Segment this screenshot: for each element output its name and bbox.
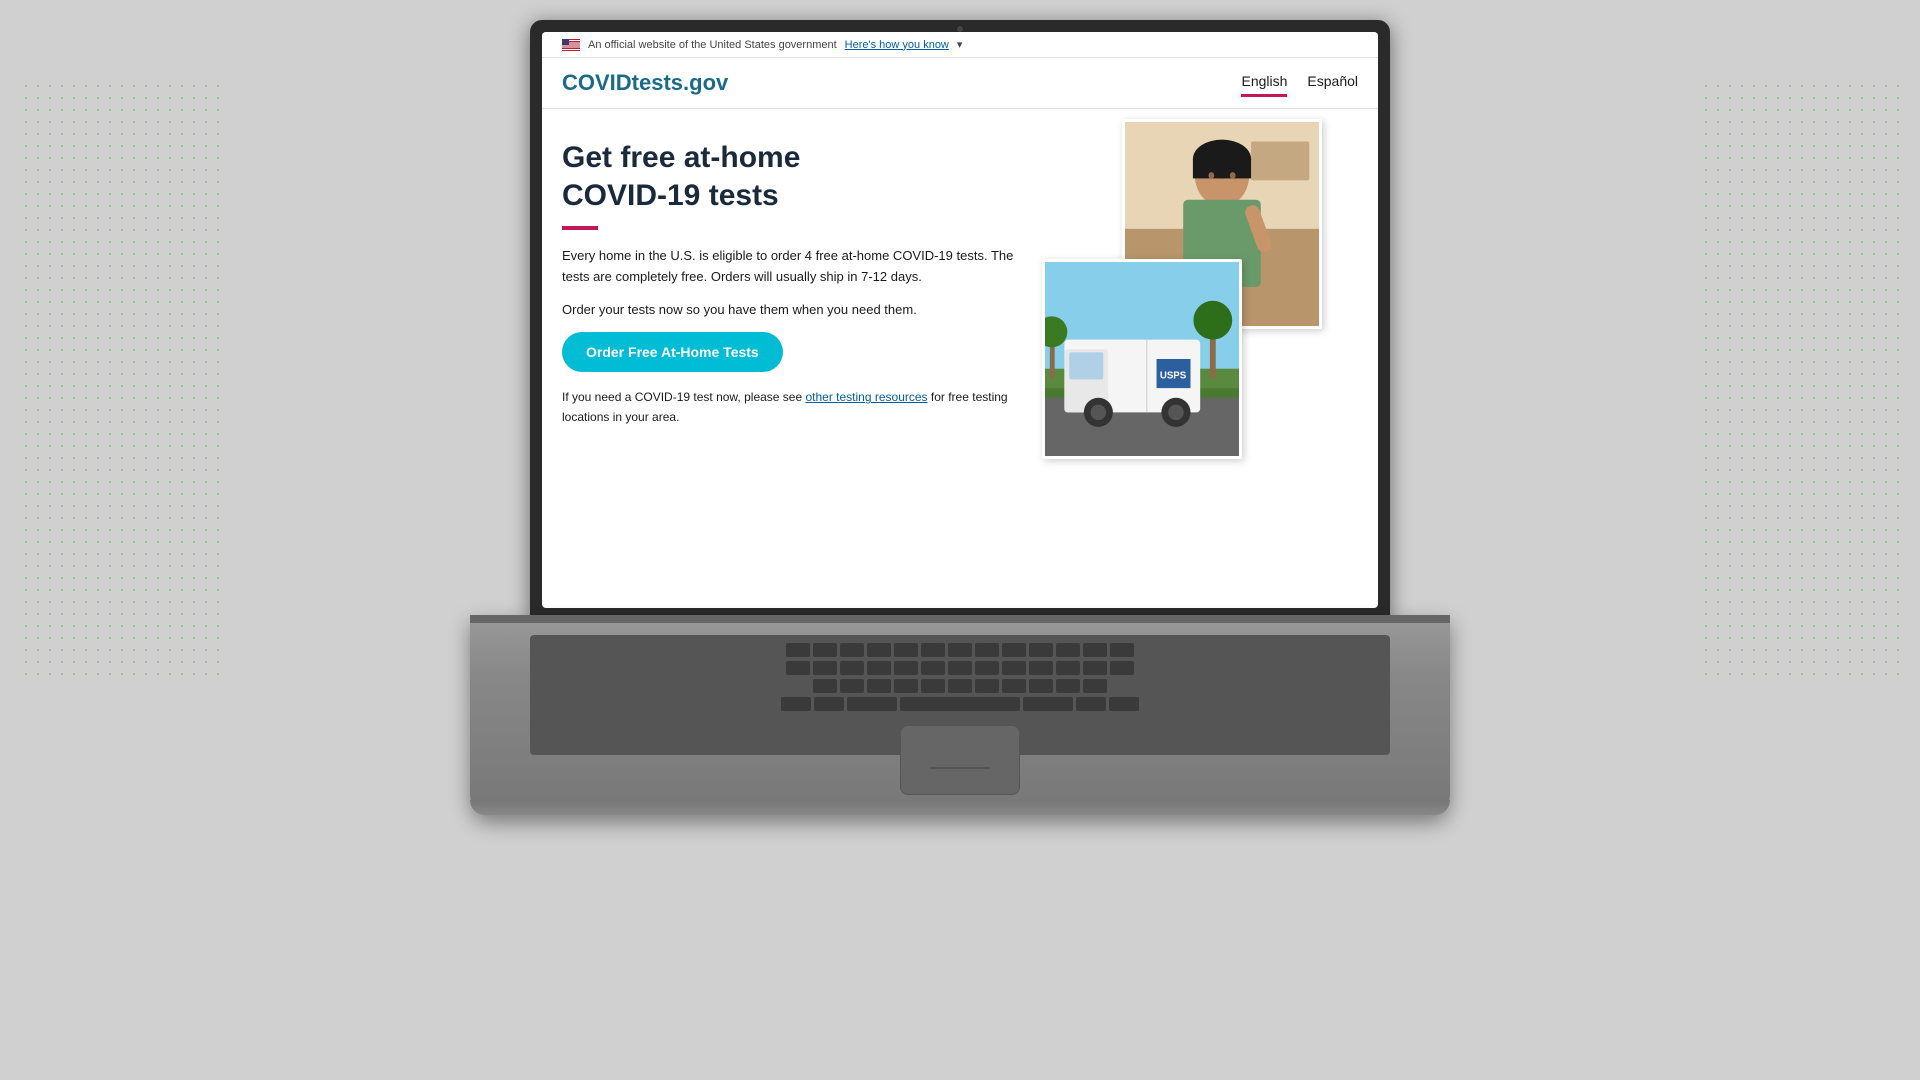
laptop-bottom-edge xyxy=(470,800,1450,815)
key xyxy=(894,643,918,657)
key xyxy=(1029,661,1053,675)
official-text: An official website of the United States… xyxy=(588,39,837,51)
keyboard-row-1 xyxy=(538,643,1382,657)
keyboard-row-2 xyxy=(538,661,1382,675)
key xyxy=(894,661,918,675)
key xyxy=(1083,679,1107,693)
photo-usps: USPS xyxy=(1042,259,1242,459)
paragraph-2: Order your tests now so you have them wh… xyxy=(562,300,1022,321)
key xyxy=(1076,697,1106,711)
footer-text: If you need a COVID-19 test now, please … xyxy=(562,388,1022,426)
usps-illustration: USPS xyxy=(1045,262,1239,456)
keyboard-row-space xyxy=(538,697,1382,711)
pink-divider xyxy=(562,226,598,230)
website: An official website of the United States… xyxy=(542,32,1378,608)
key xyxy=(867,643,891,657)
text-section: Get free at-home COVID-19 tests Every ho… xyxy=(562,139,1022,427)
other-testing-link[interactable]: other testing resources xyxy=(805,390,927,404)
laptop: An official website of the United States… xyxy=(410,0,1510,1080)
order-tests-button[interactable]: Order Free At-Home Tests xyxy=(562,332,783,372)
us-flag-icon xyxy=(562,39,580,51)
key xyxy=(1056,643,1080,657)
site-title[interactable]: COVIDtests.gov xyxy=(562,70,728,96)
heading-line2: COVID-19 tests xyxy=(562,179,779,212)
key xyxy=(813,679,837,693)
key xyxy=(975,679,999,693)
laptop-body xyxy=(470,615,1450,815)
key xyxy=(1110,643,1134,657)
trackpad[interactable] xyxy=(900,725,1020,795)
key xyxy=(921,661,945,675)
key xyxy=(948,661,972,675)
key xyxy=(867,661,891,675)
spacebar-key xyxy=(900,697,1020,711)
key xyxy=(894,679,918,693)
paragraph-1: Every home in the U.S. is eligible to or… xyxy=(562,246,1022,288)
main-heading: Get free at-home COVID-19 tests xyxy=(562,139,1022,214)
dot-pattern-left xyxy=(20,80,220,680)
laptop-hinge xyxy=(470,615,1450,623)
main-content: Get free at-home COVID-19 tests Every ho… xyxy=(542,109,1378,447)
key xyxy=(786,643,810,657)
key xyxy=(921,679,945,693)
key xyxy=(1056,661,1080,675)
language-nav: English Español xyxy=(1241,73,1358,93)
svg-text:USPS: USPS xyxy=(1160,370,1187,381)
gov-banner: An official website of the United States… xyxy=(542,32,1378,58)
key xyxy=(813,661,837,675)
trackpad-line xyxy=(930,767,990,769)
screen-content: An official website of the United States… xyxy=(542,32,1378,608)
key xyxy=(847,697,897,711)
lang-espanol-link[interactable]: Español xyxy=(1307,73,1358,93)
key xyxy=(813,643,837,657)
photo-usps-inner: USPS xyxy=(1045,262,1239,456)
key xyxy=(840,643,864,657)
key xyxy=(1002,643,1026,657)
key xyxy=(1109,697,1139,711)
screen-bezel: An official website of the United States… xyxy=(530,20,1390,620)
camera-dot xyxy=(957,26,963,32)
key xyxy=(840,661,864,675)
heres-how-link[interactable]: Here's how you know xyxy=(845,39,949,51)
key xyxy=(814,697,844,711)
key xyxy=(1002,661,1026,675)
site-header: COVIDtests.gov English Español xyxy=(542,58,1378,109)
key xyxy=(1083,661,1107,675)
dropdown-icon: ▾ xyxy=(957,38,963,51)
key xyxy=(1056,679,1080,693)
dot-pattern-right xyxy=(1700,80,1900,680)
key xyxy=(948,643,972,657)
key xyxy=(1029,643,1053,657)
key xyxy=(1023,697,1073,711)
key xyxy=(786,661,810,675)
footer-text-before: If you need a COVID-19 test now, please … xyxy=(562,390,805,404)
heading-line1: Get free at-home xyxy=(562,141,800,174)
keyboard-rows xyxy=(530,635,1390,719)
images-section: USPS xyxy=(1042,139,1322,427)
key xyxy=(975,661,999,675)
key xyxy=(1083,643,1107,657)
lang-english-link[interactable]: English xyxy=(1241,73,1287,93)
key xyxy=(1002,679,1026,693)
key xyxy=(840,679,864,693)
keyboard-row-3 xyxy=(538,679,1382,693)
key xyxy=(1029,679,1053,693)
key xyxy=(975,643,999,657)
key xyxy=(867,679,891,693)
key xyxy=(781,697,811,711)
key xyxy=(921,643,945,657)
key xyxy=(948,679,972,693)
key xyxy=(1110,661,1134,675)
